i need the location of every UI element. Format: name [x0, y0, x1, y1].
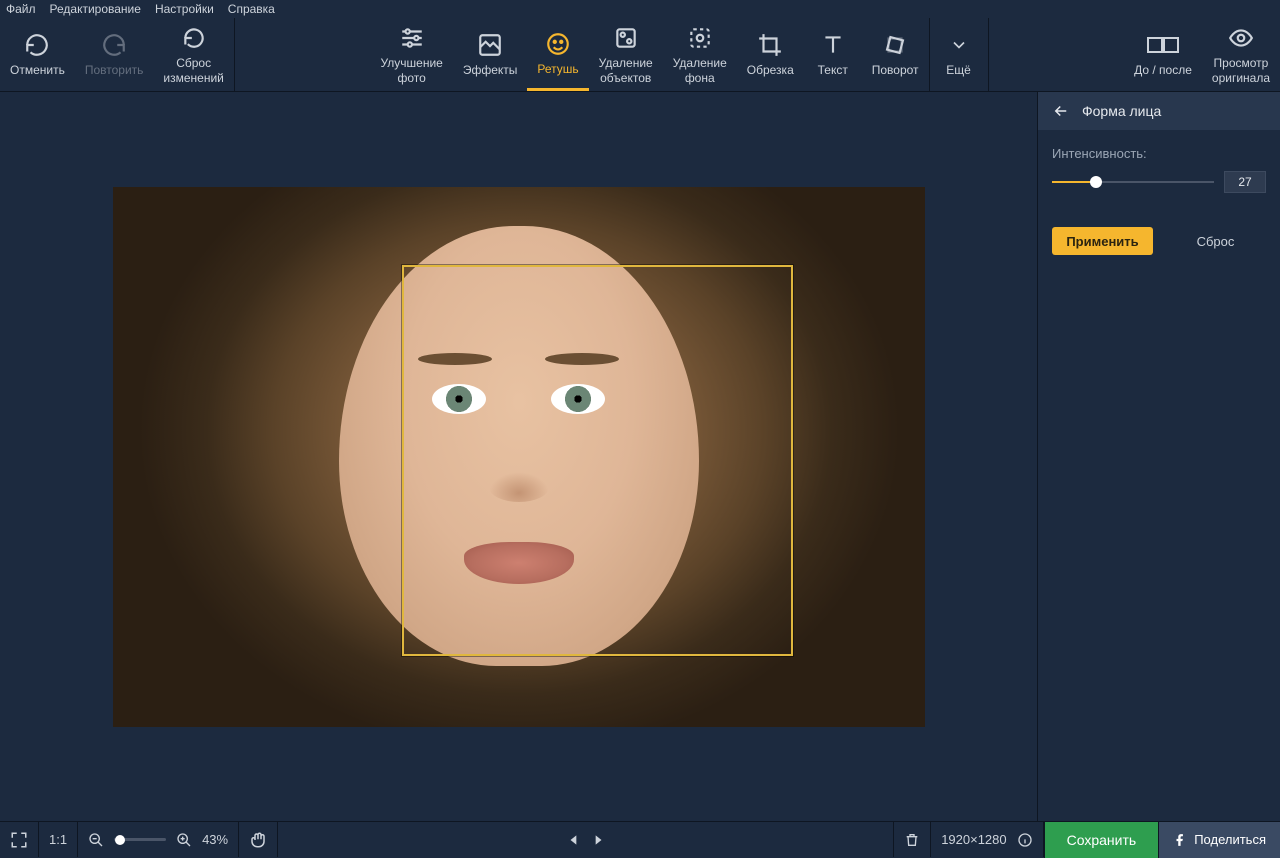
undo-button[interactable]: Отменить [0, 18, 75, 91]
photo [113, 187, 925, 727]
pan-button[interactable] [249, 831, 267, 849]
intensity-value[interactable]: 27 [1224, 171, 1266, 193]
face-selection-box[interactable] [402, 265, 793, 656]
text-button[interactable]: Текст [804, 18, 862, 91]
menu-help[interactable]: Справка [228, 2, 275, 16]
fullscreen-button[interactable] [10, 831, 28, 849]
rotate-button[interactable]: Поворот [862, 18, 929, 91]
dimensions-label: 1920×1280 [941, 832, 1006, 847]
sidebar-header: Форма лица [1038, 92, 1280, 130]
menu-file[interactable]: Файл [6, 2, 36, 16]
remove-bg-icon [687, 24, 713, 52]
zoom-value: 43% [202, 832, 228, 847]
retouch-label: Ретушь [537, 62, 578, 76]
redo-label: Повторить [85, 63, 144, 77]
back-button[interactable] [1052, 102, 1070, 120]
retouch-button[interactable]: Ретушь [527, 18, 588, 91]
text-icon [820, 31, 846, 59]
compare-icon [1146, 31, 1180, 59]
sidebar: Форма лица Интенсивность: 27 Применить С… [1037, 92, 1280, 821]
redo-icon [101, 31, 127, 59]
enhance-label: Улучшение фото [380, 56, 442, 85]
zoom-in-button[interactable] [176, 832, 192, 848]
sidebar-title: Форма лица [1082, 103, 1161, 119]
before-after-label: До / после [1134, 63, 1192, 77]
undo-label: Отменить [10, 63, 65, 77]
remove-bg-button[interactable]: Удаление фона [663, 18, 737, 91]
menu-edit[interactable]: Редактирование [50, 2, 141, 16]
more-label: Ещё [946, 63, 971, 77]
statusbar: 1:1 43% 1920×1280 Сохранить Поделиться [0, 821, 1280, 857]
prev-button[interactable] [567, 833, 581, 847]
remove-obj-label: Удаление объектов [599, 56, 653, 85]
eye-icon [1228, 24, 1254, 52]
menu-settings[interactable]: Настройки [155, 2, 214, 16]
before-after-button[interactable]: До / после [1124, 18, 1202, 91]
share-label: Поделиться [1194, 832, 1266, 847]
main-area: Форма лица Интенсивность: 27 Применить С… [0, 92, 1280, 821]
intensity-label: Интенсивность: [1052, 146, 1266, 161]
canvas[interactable] [0, 92, 1037, 821]
save-button[interactable]: Сохранить [1044, 822, 1159, 858]
remove-objects-button[interactable]: Удаление объектов [589, 18, 663, 91]
menubar: Файл Редактирование Настройки Справка [0, 0, 1280, 18]
reset-icon [181, 24, 207, 52]
apply-button[interactable]: Применить [1052, 227, 1153, 255]
crop-button[interactable]: Обрезка [737, 18, 804, 91]
view-original-label: Просмотр оригинала [1212, 56, 1270, 85]
enhance-button[interactable]: Улучшение фото [370, 18, 452, 91]
zoom-out-button[interactable] [88, 832, 104, 848]
effects-label: Эффекты [463, 63, 518, 77]
reset-label: Сброс изменений [163, 56, 223, 85]
face-icon [545, 30, 571, 58]
sliders-icon [399, 24, 425, 52]
reset-changes-button[interactable]: Сброс изменений [153, 18, 233, 91]
effects-button[interactable]: Эффекты [453, 18, 528, 91]
toolbar: Отменить Повторить Сброс изменений Улучш… [0, 18, 1280, 92]
effects-icon [477, 31, 503, 59]
zoom-1to1-button[interactable]: 1:1 [49, 832, 67, 847]
undo-icon [24, 31, 50, 59]
view-original-button[interactable]: Просмотр оригинала [1202, 18, 1280, 91]
share-button[interactable]: Поделиться [1158, 822, 1280, 858]
chevron-down-icon [949, 31, 969, 59]
more-button[interactable]: Ещё [930, 18, 988, 91]
rotate-label: Поворот [872, 63, 919, 77]
info-button[interactable] [1017, 832, 1033, 848]
reset-button[interactable]: Сброс [1165, 227, 1266, 255]
remove-obj-icon [613, 24, 639, 52]
delete-button[interactable] [904, 832, 920, 848]
redo-button[interactable]: Повторить [75, 18, 154, 91]
text-label: Текст [818, 63, 848, 77]
crop-label: Обрезка [747, 63, 794, 77]
crop-icon [757, 31, 783, 59]
zoom-slider[interactable] [114, 838, 166, 841]
remove-bg-label: Удаление фона [673, 56, 727, 85]
rotate-icon [882, 31, 908, 59]
intensity-slider[interactable] [1052, 175, 1214, 189]
next-button[interactable] [591, 833, 605, 847]
facebook-icon [1173, 833, 1187, 847]
